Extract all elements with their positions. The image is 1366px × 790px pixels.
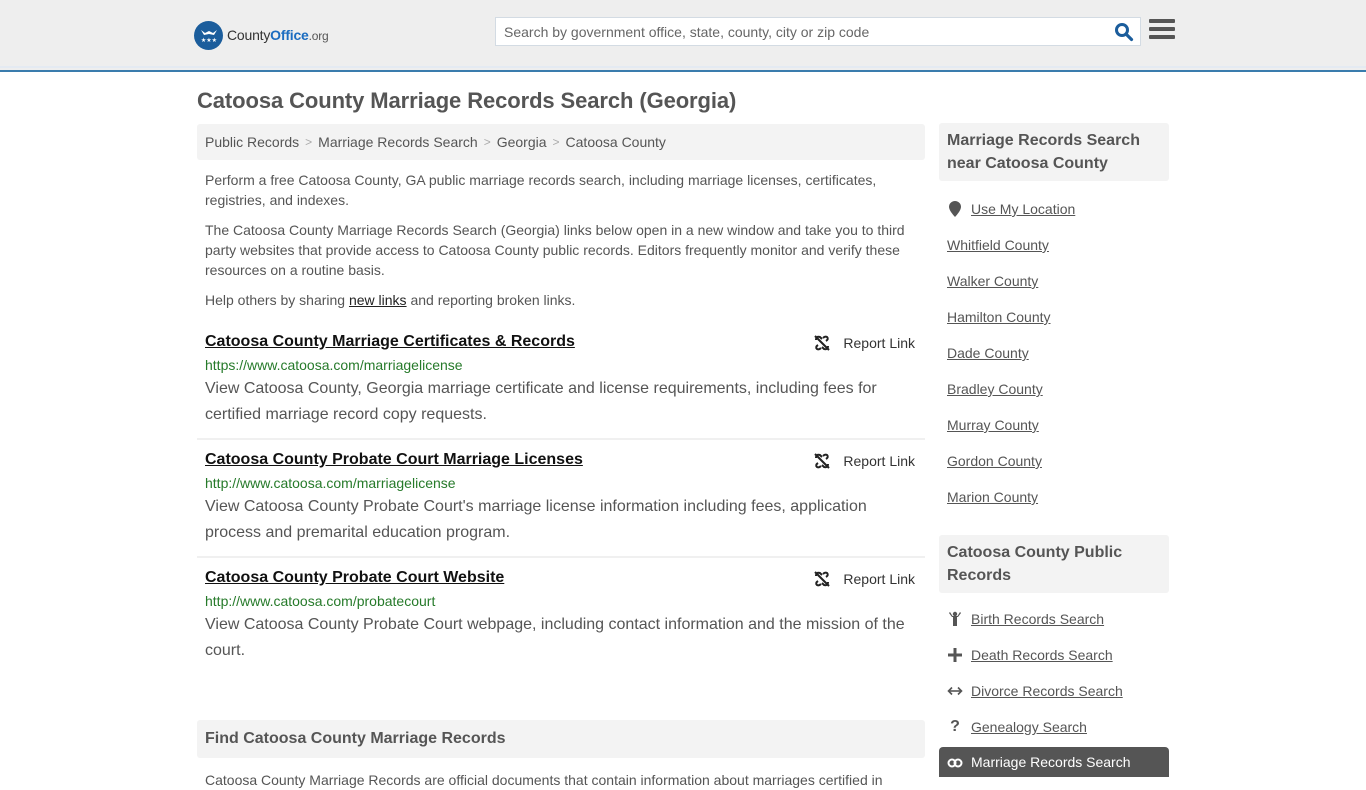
share-links-paragraph: Help others by sharing new links and rep… <box>205 292 576 308</box>
broken-link-icon <box>814 453 831 469</box>
rings-icon <box>947 756 963 768</box>
use-location-item: Use My Location <box>947 191 1161 227</box>
nearby-county-link[interactable]: Hamilton County <box>947 309 1051 325</box>
plus-icon <box>947 648 963 662</box>
report-link-button[interactable]: Report Link <box>813 570 915 588</box>
new-links-link[interactable]: new links <box>349 292 407 308</box>
breadcrumb-georgia[interactable]: Georgia <box>497 134 547 150</box>
logo-text: CountyOffice.org <box>227 27 329 43</box>
main-content: Public Records > Marriage Records Search… <box>197 124 925 790</box>
public-records-list: Birth Records Search Death Records Searc… <box>939 601 1169 745</box>
nearby-county-item: Gordon County <box>947 443 1161 479</box>
public-records-item: ? Genealogy Search <box>947 709 1161 745</box>
child-icon <box>947 611 963 627</box>
report-link-button[interactable]: Report Link <box>813 452 915 470</box>
result-description: View Catoosa County, Georgia marriage ce… <box>205 380 877 423</box>
nearby-county-item: Marion County <box>947 479 1161 515</box>
nearby-county-link[interactable]: Murray County <box>947 417 1039 433</box>
nearby-county-item: Dade County <box>947 335 1161 371</box>
nearby-county-link[interactable]: Whitfield County <box>947 237 1049 253</box>
results-list: Catoosa County Marriage Certificates & R… <box>197 322 925 674</box>
broken-link-icon <box>814 571 831 587</box>
intro-paragraph: Perform a free Catoosa County, GA public… <box>205 172 877 208</box>
result-url: https://www.catoosa.com/marriagelicense <box>205 357 463 373</box>
nearby-county-link[interactable]: Walker County <box>947 273 1038 289</box>
search-input[interactable] <box>496 18 1096 45</box>
map-pin-icon <box>947 201 963 217</box>
marriage-records-active-item[interactable]: Marriage Records Search <box>939 747 1169 777</box>
nearby-county-item: Hamilton County <box>947 299 1161 335</box>
nearby-county-link[interactable]: Dade County <box>947 345 1029 361</box>
divorce-records-link[interactable]: Divorce Records Search <box>971 683 1123 699</box>
report-link-button[interactable]: Report Link <box>813 334 915 352</box>
result-item: Catoosa County Marriage Certificates & R… <box>197 322 925 440</box>
nearby-county-item: Whitfield County <box>947 227 1161 263</box>
breadcrumb-separator: > <box>483 135 491 149</box>
intro-paragraph: The Catoosa County Marriage Records Sear… <box>205 222 905 278</box>
public-records-item: Death Records Search <box>947 637 1161 673</box>
breadcrumb-separator: > <box>305 135 313 149</box>
sidebar: Marriage Records Search near Catoosa Cou… <box>939 123 1169 777</box>
result-item: Catoosa County Probate Court Website Rep… <box>197 558 925 674</box>
death-records-link[interactable]: Death Records Search <box>971 647 1113 663</box>
public-records-item: Birth Records Search <box>947 601 1161 637</box>
breadcrumb-marriage-records-search[interactable]: Marriage Records Search <box>318 134 478 150</box>
breadcrumb-separator: > <box>552 135 560 149</box>
result-title-link[interactable]: Catoosa County Probate Court Marriage Li… <box>205 451 583 469</box>
use-my-location-link[interactable]: Use My Location <box>971 201 1075 217</box>
site-header: ★★★ CountyOffice.org <box>0 0 1366 72</box>
breadcrumb-current: Catoosa County <box>565 134 666 150</box>
breadcrumb: Public Records > Marriage Records Search… <box>197 124 925 160</box>
find-section-heading: Find Catoosa County Marriage Records <box>197 720 925 758</box>
public-records-heading: Catoosa County Public Records <box>939 535 1169 593</box>
broken-link-icon <box>814 335 831 351</box>
site-logo[interactable]: ★★★ CountyOffice.org <box>194 20 329 50</box>
result-title-link[interactable]: Catoosa County Marriage Certificates & R… <box>205 333 575 351</box>
result-item: Catoosa County Probate Court Marriage Li… <box>197 440 925 558</box>
nearby-county-link[interactable]: Gordon County <box>947 453 1042 469</box>
result-url: http://www.catoosa.com/probatecourt <box>205 593 436 609</box>
breadcrumb-public-records[interactable]: Public Records <box>205 134 299 150</box>
nearby-county-link[interactable]: Marion County <box>947 489 1038 505</box>
search-box <box>495 17 1141 46</box>
nearby-list: Use My Location Whitfield County Walker … <box>939 191 1169 515</box>
question-icon: ? <box>950 718 960 735</box>
nearby-county-item: Murray County <box>947 407 1161 443</box>
hamburger-menu-icon[interactable] <box>1149 19 1175 43</box>
svg-text:★★★: ★★★ <box>200 37 216 44</box>
nearby-county-item: Bradley County <box>947 371 1161 407</box>
nearby-county-item: Walker County <box>947 263 1161 299</box>
birth-records-link[interactable]: Birth Records Search <box>971 611 1104 627</box>
nearby-heading: Marriage Records Search near Catoosa Cou… <box>939 123 1169 181</box>
genealogy-search-link[interactable]: Genealogy Search <box>971 719 1087 735</box>
result-title-link[interactable]: Catoosa County Probate Court Website <box>205 569 504 587</box>
result-description: View Catoosa County Probate Court webpag… <box>205 616 905 659</box>
nearby-county-link[interactable]: Bradley County <box>947 381 1043 397</box>
double-arrow-icon <box>947 686 963 696</box>
result-url: http://www.catoosa.com/marriagelicense <box>205 475 456 491</box>
find-section-text: Catoosa County Marriage Records are offi… <box>205 772 883 788</box>
page-title: Catoosa County Marriage Records Search (… <box>197 88 737 113</box>
search-icon[interactable] <box>1114 22 1134 42</box>
eagle-stars-logo-icon: ★★★ <box>194 20 223 50</box>
public-records-item: Divorce Records Search <box>947 673 1161 709</box>
intro-text: Perform a free Catoosa County, GA public… <box>197 170 925 310</box>
result-description: View Catoosa County Probate Court's marr… <box>205 498 867 541</box>
